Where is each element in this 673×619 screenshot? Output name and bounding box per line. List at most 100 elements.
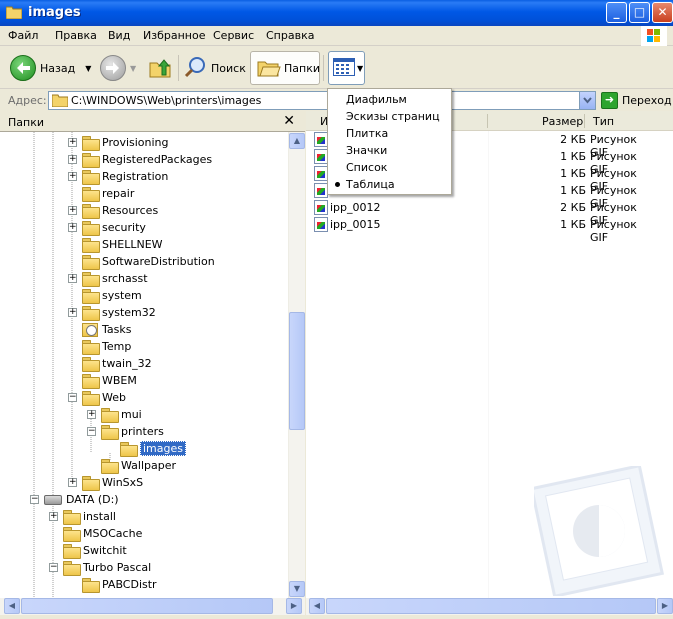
scroll-right-arrow-icon[interactable]: ▶ <box>657 598 673 614</box>
folders-button[interactable]: Папки <box>250 51 320 85</box>
expand-icon[interactable]: + <box>68 206 77 215</box>
forward-button[interactable]: ▼ <box>100 51 136 85</box>
expand-icon[interactable]: + <box>68 274 77 283</box>
back-dropdown-icon[interactable]: ▼ <box>85 64 91 73</box>
collapse-icon[interactable]: − <box>68 393 77 402</box>
tree-item[interactable]: + srchasst <box>68 270 148 287</box>
folder-icon <box>82 255 100 270</box>
views-menu-item[interactable]: Таблица <box>346 176 395 193</box>
tree-item[interactable]: SoftwareDistribution <box>82 253 215 270</box>
menu-edit[interactable]: Правка <box>55 29 97 42</box>
menu-file[interactable]: Файл <box>8 29 38 42</box>
views-menu-item[interactable]: Плитка <box>346 125 388 142</box>
tree-item[interactable]: repair <box>82 185 134 202</box>
expand-icon[interactable]: + <box>68 478 77 487</box>
close-pane-icon[interactable]: ✕ <box>283 113 295 129</box>
scrollbar-thumb[interactable] <box>21 598 273 614</box>
collapse-icon[interactable]: − <box>87 427 96 436</box>
minimize-button[interactable]: _ <box>606 2 627 23</box>
views-menu-item[interactable]: Диафильм <box>346 91 407 108</box>
search-button[interactable]: Поиск <box>184 51 246 85</box>
forward-dropdown-icon[interactable]: ▼ <box>130 64 136 73</box>
expand-icon[interactable]: + <box>68 155 77 164</box>
scroll-left-arrow-icon[interactable]: ◀ <box>309 598 325 614</box>
tree-item[interactable]: Temp <box>82 338 131 355</box>
files-horizontal-scrollbar[interactable]: ◀ ▶ <box>306 598 673 615</box>
menu-tools[interactable]: Сервис <box>213 29 254 42</box>
column-type[interactable]: Тип <box>593 115 614 128</box>
back-button[interactable]: Назад ▼ <box>10 51 91 85</box>
views-menu-item[interactable]: Эскизы страниц <box>346 108 440 125</box>
file-size: 1 КБ <box>560 184 586 197</box>
tree-item[interactable]: SHELLNEW <box>82 236 163 253</box>
tree-item[interactable]: twain_32 <box>82 355 152 372</box>
tree-item-label: Resources <box>102 204 159 217</box>
back-arrow-icon <box>10 55 36 81</box>
file-size: 2 КБ <box>560 201 586 214</box>
tree-item[interactable]: + RegisteredPackages <box>68 151 212 168</box>
tree-item[interactable]: − DATA (D:) <box>30 491 119 508</box>
tree-item-label: PABCDistr <box>102 578 157 591</box>
title-bar[interactable]: images _ □ ✕ <box>0 0 673 26</box>
tree-item-label: system32 <box>102 306 156 319</box>
tree-item[interactable]: + WinSxS <box>68 474 143 491</box>
views-menu-item[interactable]: Значки <box>346 142 387 159</box>
folder-icon <box>101 459 119 474</box>
tree-item[interactable]: Tasks <box>82 321 131 338</box>
expand-icon[interactable]: + <box>68 223 77 232</box>
views-button[interactable]: ▼ <box>328 51 365 85</box>
tree-item[interactable]: − Turbo Pascal <box>49 559 151 576</box>
tree-item[interactable]: images <box>120 440 186 457</box>
go-button[interactable]: ➜ Переход <box>601 91 673 110</box>
scroll-down-arrow-icon[interactable]: ▼ <box>289 581 305 597</box>
tree-item[interactable]: WBEM <box>82 372 137 389</box>
tree-item[interactable]: − printers <box>87 423 164 440</box>
expand-icon[interactable]: + <box>49 512 58 521</box>
folders-horizontal-scrollbar[interactable]: ◀ ▶ <box>0 598 305 615</box>
expand-icon[interactable]: + <box>68 308 77 317</box>
tree-item[interactable]: + system32 <box>68 304 156 321</box>
column-separator[interactable] <box>487 114 488 128</box>
tree-item-label: printers <box>121 425 164 438</box>
up-folder-button[interactable] <box>148 51 172 85</box>
tree-item[interactable]: MSOCache <box>63 525 142 542</box>
expand-icon[interactable]: + <box>68 138 77 147</box>
tree-item[interactable]: system <box>82 287 142 304</box>
address-input[interactable]: C:\WINDOWS\Web\printers\images <box>48 91 596 110</box>
tree-item[interactable]: PABCDistr <box>82 576 157 593</box>
address-dropdown-button[interactable] <box>579 92 595 109</box>
folders-vertical-scrollbar[interactable]: ▲ ▼ <box>288 132 305 598</box>
tree-item[interactable]: Switchit <box>63 542 127 559</box>
maximize-button[interactable]: □ <box>629 2 650 23</box>
column-size[interactable]: Размер <box>542 115 583 128</box>
tree-item-label: SoftwareDistribution <box>102 255 215 268</box>
close-button[interactable]: ✕ <box>652 2 673 23</box>
folder-icon <box>63 510 81 525</box>
collapse-icon[interactable]: − <box>49 563 58 572</box>
scrollbar-thumb[interactable] <box>326 598 656 614</box>
tree-item[interactable]: + install <box>49 508 116 525</box>
tree-item[interactable]: + Provisioning <box>68 134 169 151</box>
file-row[interactable]: ipp_0012 2 КБ Рисунок GIF <box>314 199 656 227</box>
tree-item[interactable]: + Resources <box>68 202 159 219</box>
menu-view[interactable]: Вид <box>108 29 130 42</box>
expand-icon[interactable]: + <box>87 410 96 419</box>
scroll-left-arrow-icon[interactable]: ◀ <box>4 598 20 614</box>
scrollbar-thumb[interactable] <box>289 312 305 430</box>
column-separator[interactable] <box>584 114 585 128</box>
views-menu-item[interactable]: Список <box>346 159 387 176</box>
folder-tree[interactable]: + Provisioning + RegisteredPackages + Registr… <box>0 132 288 598</box>
expand-icon[interactable]: + <box>68 172 77 181</box>
menu-help[interactable]: Справка <box>266 29 314 42</box>
collapse-icon[interactable]: − <box>30 495 39 504</box>
tree-item[interactable]: Wallpaper <box>101 457 176 474</box>
folder-icon <box>82 187 100 202</box>
tree-item[interactable]: − Web <box>68 389 126 406</box>
tree-item[interactable]: + Registration <box>68 168 168 185</box>
scroll-right-arrow-icon[interactable]: ▶ <box>286 598 302 614</box>
file-row[interactable]: ipp_0015 1 КБ Рисунок GIF <box>314 216 656 244</box>
tree-item[interactable]: + mui <box>87 406 142 423</box>
menu-favorites[interactable]: Избранное <box>143 29 205 42</box>
scroll-up-arrow-icon[interactable]: ▲ <box>289 133 305 149</box>
tree-item[interactable]: + security <box>68 219 146 236</box>
